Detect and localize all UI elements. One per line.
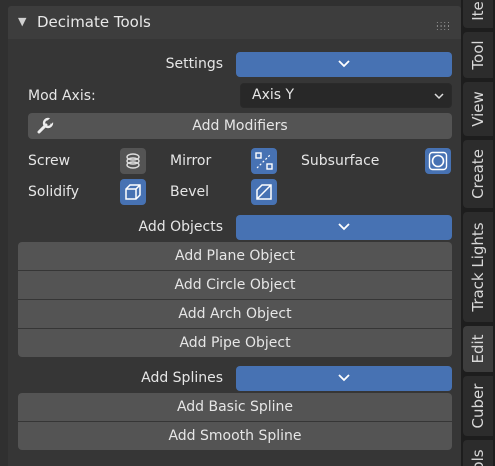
solidify-toggle[interactable] — [120, 179, 146, 205]
decimate-tools-panel: ▼ Decimate Tools :::::::: Settings Mod A… — [0, 0, 461, 466]
mod-axis-label: Mod Axis: — [28, 88, 96, 104]
bevel-icon — [256, 184, 272, 200]
tab-create[interactable]: Create — [463, 140, 493, 208]
triangle-down-icon[interactable]: ▼ — [18, 15, 26, 28]
add-objects-list: Add Plane Object Add Circle Object Add A… — [18, 242, 452, 357]
mirror-label: Mirror — [170, 153, 212, 169]
add-circle-object-button[interactable]: Add Circle Object — [18, 271, 452, 299]
add-objects-dropdown[interactable] — [236, 215, 452, 240]
add-arch-object-button[interactable]: Add Arch Object — [18, 300, 452, 328]
add-splines-dropdown[interactable] — [236, 366, 452, 391]
subsurface-icon — [428, 151, 448, 171]
chevron-down-icon — [434, 93, 444, 100]
add-objects-label: Add Objects — [138, 219, 223, 235]
subsurface-label: Subsurface — [301, 153, 380, 169]
bevel-toggle[interactable] — [251, 179, 277, 205]
add-basic-spline-button[interactable]: Add Basic Spline — [18, 393, 452, 421]
tab-tools[interactable]: ols — [463, 440, 493, 466]
add-splines-label: Add Splines — [141, 370, 223, 386]
screw-label: Screw — [28, 153, 71, 169]
add-plane-object-button[interactable]: Add Plane Object — [18, 242, 452, 270]
mod-axis-select[interactable]: Axis Y — [240, 83, 452, 108]
mirror-icon — [255, 152, 273, 170]
sidebar-tabs: Ite Tool View Create Track Lights Edit C… — [461, 0, 495, 466]
solidify-icon — [125, 184, 141, 200]
panel-title: Decimate Tools — [37, 13, 151, 31]
tab-view[interactable]: View — [463, 82, 493, 136]
subsurface-toggle[interactable] — [425, 148, 451, 174]
chevron-down-icon — [338, 374, 350, 382]
add-modifiers-button[interactable]: Add Modifiers — [28, 113, 452, 139]
settings-dropdown[interactable] — [236, 52, 452, 77]
add-splines-list: Add Basic Spline Add Smooth Spline — [18, 393, 452, 450]
panel-header[interactable]: ▼ Decimate Tools :::::::: — [8, 6, 461, 39]
mirror-toggle[interactable] — [251, 148, 277, 174]
tab-item[interactable]: Ite — [463, 0, 493, 28]
add-modifiers-label: Add Modifiers — [192, 118, 288, 134]
add-pipe-object-button[interactable]: Add Pipe Object — [18, 329, 452, 357]
chevron-down-icon — [338, 60, 350, 68]
screw-icon — [126, 153, 140, 169]
mod-axis-value: Axis Y — [252, 87, 295, 103]
tab-track-lights[interactable]: Track Lights — [463, 212, 493, 322]
solidify-label: Solidify — [28, 184, 79, 200]
add-smooth-spline-button[interactable]: Add Smooth Spline — [18, 422, 452, 450]
tab-edit[interactable]: Edit — [463, 326, 493, 372]
settings-label: Settings — [165, 56, 223, 72]
wrench-icon — [37, 117, 54, 134]
drag-grip-icon[interactable]: :::::::: — [436, 20, 451, 32]
tab-tool[interactable]: Tool — [463, 32, 493, 78]
chevron-down-icon — [338, 223, 350, 231]
bevel-label: Bevel — [170, 184, 210, 200]
tab-cuber[interactable]: Cuber — [463, 376, 493, 436]
screw-toggle[interactable] — [120, 148, 146, 174]
